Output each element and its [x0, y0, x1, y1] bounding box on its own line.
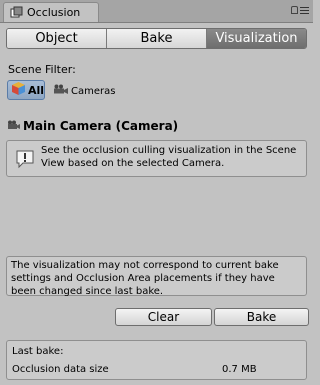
- bake-button[interactable]: Bake: [214, 308, 309, 326]
- window-tab-bar: Occlusion: [0, 0, 313, 23]
- data-size-value: 0.7 MB: [222, 364, 257, 375]
- window-tab-label: Occlusion: [27, 6, 81, 19]
- camera-title: Main Camera (Camera): [7, 119, 178, 133]
- tab-object[interactable]: Object: [7, 29, 107, 48]
- lock-icon[interactable]: [291, 6, 298, 14]
- camera-icon: [7, 120, 21, 133]
- info-icon: [14, 148, 36, 173]
- clear-button[interactable]: Clear: [115, 308, 212, 326]
- cube-icon: [11, 81, 26, 99]
- window-menu-button[interactable]: [291, 6, 309, 14]
- last-bake-label: Last bake:: [12, 346, 64, 357]
- occlusion-icon: [10, 6, 23, 19]
- warning-help-box: The visualization may not correspond to …: [6, 256, 307, 297]
- filter-all-button[interactable]: All: [7, 80, 45, 100]
- menu-icon[interactable]: [300, 6, 309, 14]
- filter-all-label: All: [28, 83, 45, 97]
- filter-cameras-button[interactable]: Cameras: [53, 82, 115, 100]
- bake-stats-box: Last bake: Occlusion data size 0.7 MB: [6, 340, 307, 380]
- scene-filter-label: Scene Filter:: [8, 63, 76, 76]
- info-text: See the occlusion culling visualization …: [41, 145, 297, 169]
- camera-icon: [53, 84, 69, 98]
- mode-toolbar: Object Bake Visualization: [6, 28, 307, 49]
- tab-visualization[interactable]: Visualization: [207, 29, 306, 48]
- filter-cameras-label: Cameras: [71, 85, 116, 97]
- tab-bake[interactable]: Bake: [107, 29, 207, 48]
- window-tab-occlusion[interactable]: Occlusion: [3, 2, 99, 22]
- camera-title-label: Main Camera (Camera): [23, 119, 179, 133]
- info-help-box: See the occlusion culling visualization …: [6, 140, 307, 177]
